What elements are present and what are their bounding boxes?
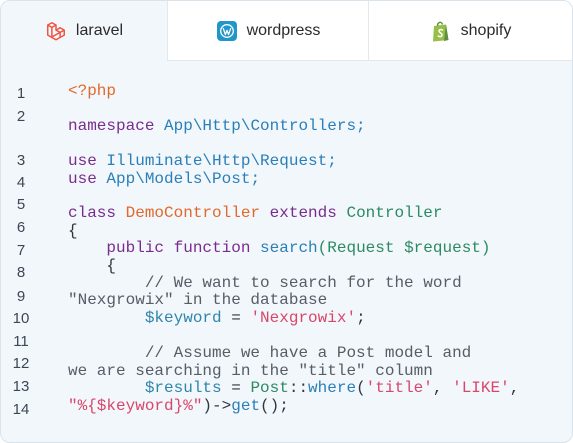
function-name: where	[308, 379, 357, 397]
wordpress-icon	[216, 20, 238, 42]
shopify-icon	[430, 20, 452, 42]
code-block: 1 2 3 4 5 6 7 8 9 10 11 12 13 14 <?php n…	[1, 61, 572, 442]
line-number: 13	[12, 378, 30, 395]
keyword: class	[68, 204, 117, 222]
line-number: 1	[16, 85, 26, 102]
tab-wordpress[interactable]: wordpress	[168, 1, 369, 61]
brace: {	[68, 222, 78, 240]
comment: // Assume we have a Post model and	[68, 344, 472, 362]
code-line: {	[68, 223, 78, 240]
tab-shopify[interactable]: shopify	[369, 1, 572, 61]
comment: "Nexgrowix" in the database	[68, 291, 328, 309]
punctuation: (	[356, 379, 366, 397]
laravel-icon	[45, 20, 67, 42]
string: 'LIKE'	[452, 379, 510, 397]
class-name: DemoController	[116, 204, 261, 222]
string: "%{$keyword}%"	[68, 397, 203, 415]
identifier: App\Models\Post;	[96, 170, 261, 188]
line-number: 12	[12, 355, 30, 372]
line-number: 9	[16, 288, 26, 305]
code-snippet-card: laravel wordpress shopify 1 2 3 4 5 6 7 …	[0, 0, 573, 443]
code-line: "Nexgrowix" in the database	[68, 292, 327, 309]
keyword: function	[164, 239, 251, 257]
tab-laravel[interactable]: laravel	[1, 1, 168, 61]
variable: $request	[404, 239, 481, 257]
operator: ::	[288, 379, 309, 397]
parameter-type: (Request	[317, 239, 405, 257]
code-line: use Illuminate\Http\Request;	[68, 153, 337, 170]
line-number: 2	[16, 108, 26, 125]
line-number: 6	[16, 219, 26, 236]
operator: )->	[202, 397, 232, 415]
variable: $results	[68, 379, 222, 397]
punctuation: ,	[509, 379, 520, 397]
operator: =	[221, 309, 251, 327]
punctuation: ,	[432, 379, 453, 397]
punctuation: ();	[260, 397, 289, 415]
string: 'title'	[365, 379, 433, 397]
code-line: use App\Models\Post;	[68, 171, 260, 188]
code-line: $keyword = 'Nexgrowix';	[68, 310, 366, 327]
comment: // We want to search for the word	[68, 274, 462, 292]
tab-laravel-label: laravel	[75, 22, 124, 39]
line-number: 8	[16, 264, 26, 281]
identifier: Illuminate\Http\Request;	[96, 152, 337, 170]
keyword: use	[68, 170, 97, 188]
code-line: <?php	[68, 83, 116, 100]
keyword: namespace	[68, 117, 155, 135]
brace: {	[68, 257, 117, 275]
variable: $keyword	[68, 309, 222, 327]
line-number: 4	[16, 174, 26, 191]
line-number: 5	[16, 196, 26, 213]
code-line: class DemoController extends Controller	[68, 205, 442, 222]
function-name: search	[250, 239, 318, 257]
identifier: App\Http\Controllers;	[154, 117, 366, 135]
code-line: we are searching in the "title" column	[68, 363, 433, 380]
keyword: use	[68, 152, 97, 170]
code-line: public function search(Request $request)	[68, 239, 491, 257]
operator: =	[221, 379, 251, 397]
function-name: get	[231, 397, 261, 415]
code-line: // We want to search for the word	[68, 275, 462, 292]
code-line: $results = Post::where('title', 'LIKE',	[68, 379, 520, 397]
punctuation: )	[480, 239, 491, 257]
tab-shopify-label: shopify	[460, 21, 512, 39]
code-line: {	[68, 258, 116, 275]
keyword: extends	[260, 204, 337, 222]
php-open-tag: <?php	[68, 82, 117, 100]
string: 'Nexgrowix'	[250, 309, 357, 327]
code-line: "%{$keyword}%")->get();	[68, 398, 289, 415]
tab-wordpress-label: wordpress	[246, 21, 321, 39]
comment: we are searching in the "title" column	[68, 362, 433, 380]
punctuation: ;	[356, 309, 366, 327]
line-number: 11	[13, 333, 29, 350]
code-line: // Assume we have a Post model and	[68, 345, 471, 362]
class-name: Controller	[336, 204, 443, 222]
line-number: 7	[16, 242, 26, 259]
code-line: namespace App\Http\Controllers;	[68, 118, 366, 135]
line-number: 3	[16, 152, 26, 169]
keyword: public	[68, 239, 165, 257]
platform-tabs: laravel wordpress shopify	[1, 1, 572, 61]
line-number: 10	[12, 310, 30, 327]
class-name: Post	[250, 379, 289, 397]
line-number: 14	[12, 401, 30, 418]
